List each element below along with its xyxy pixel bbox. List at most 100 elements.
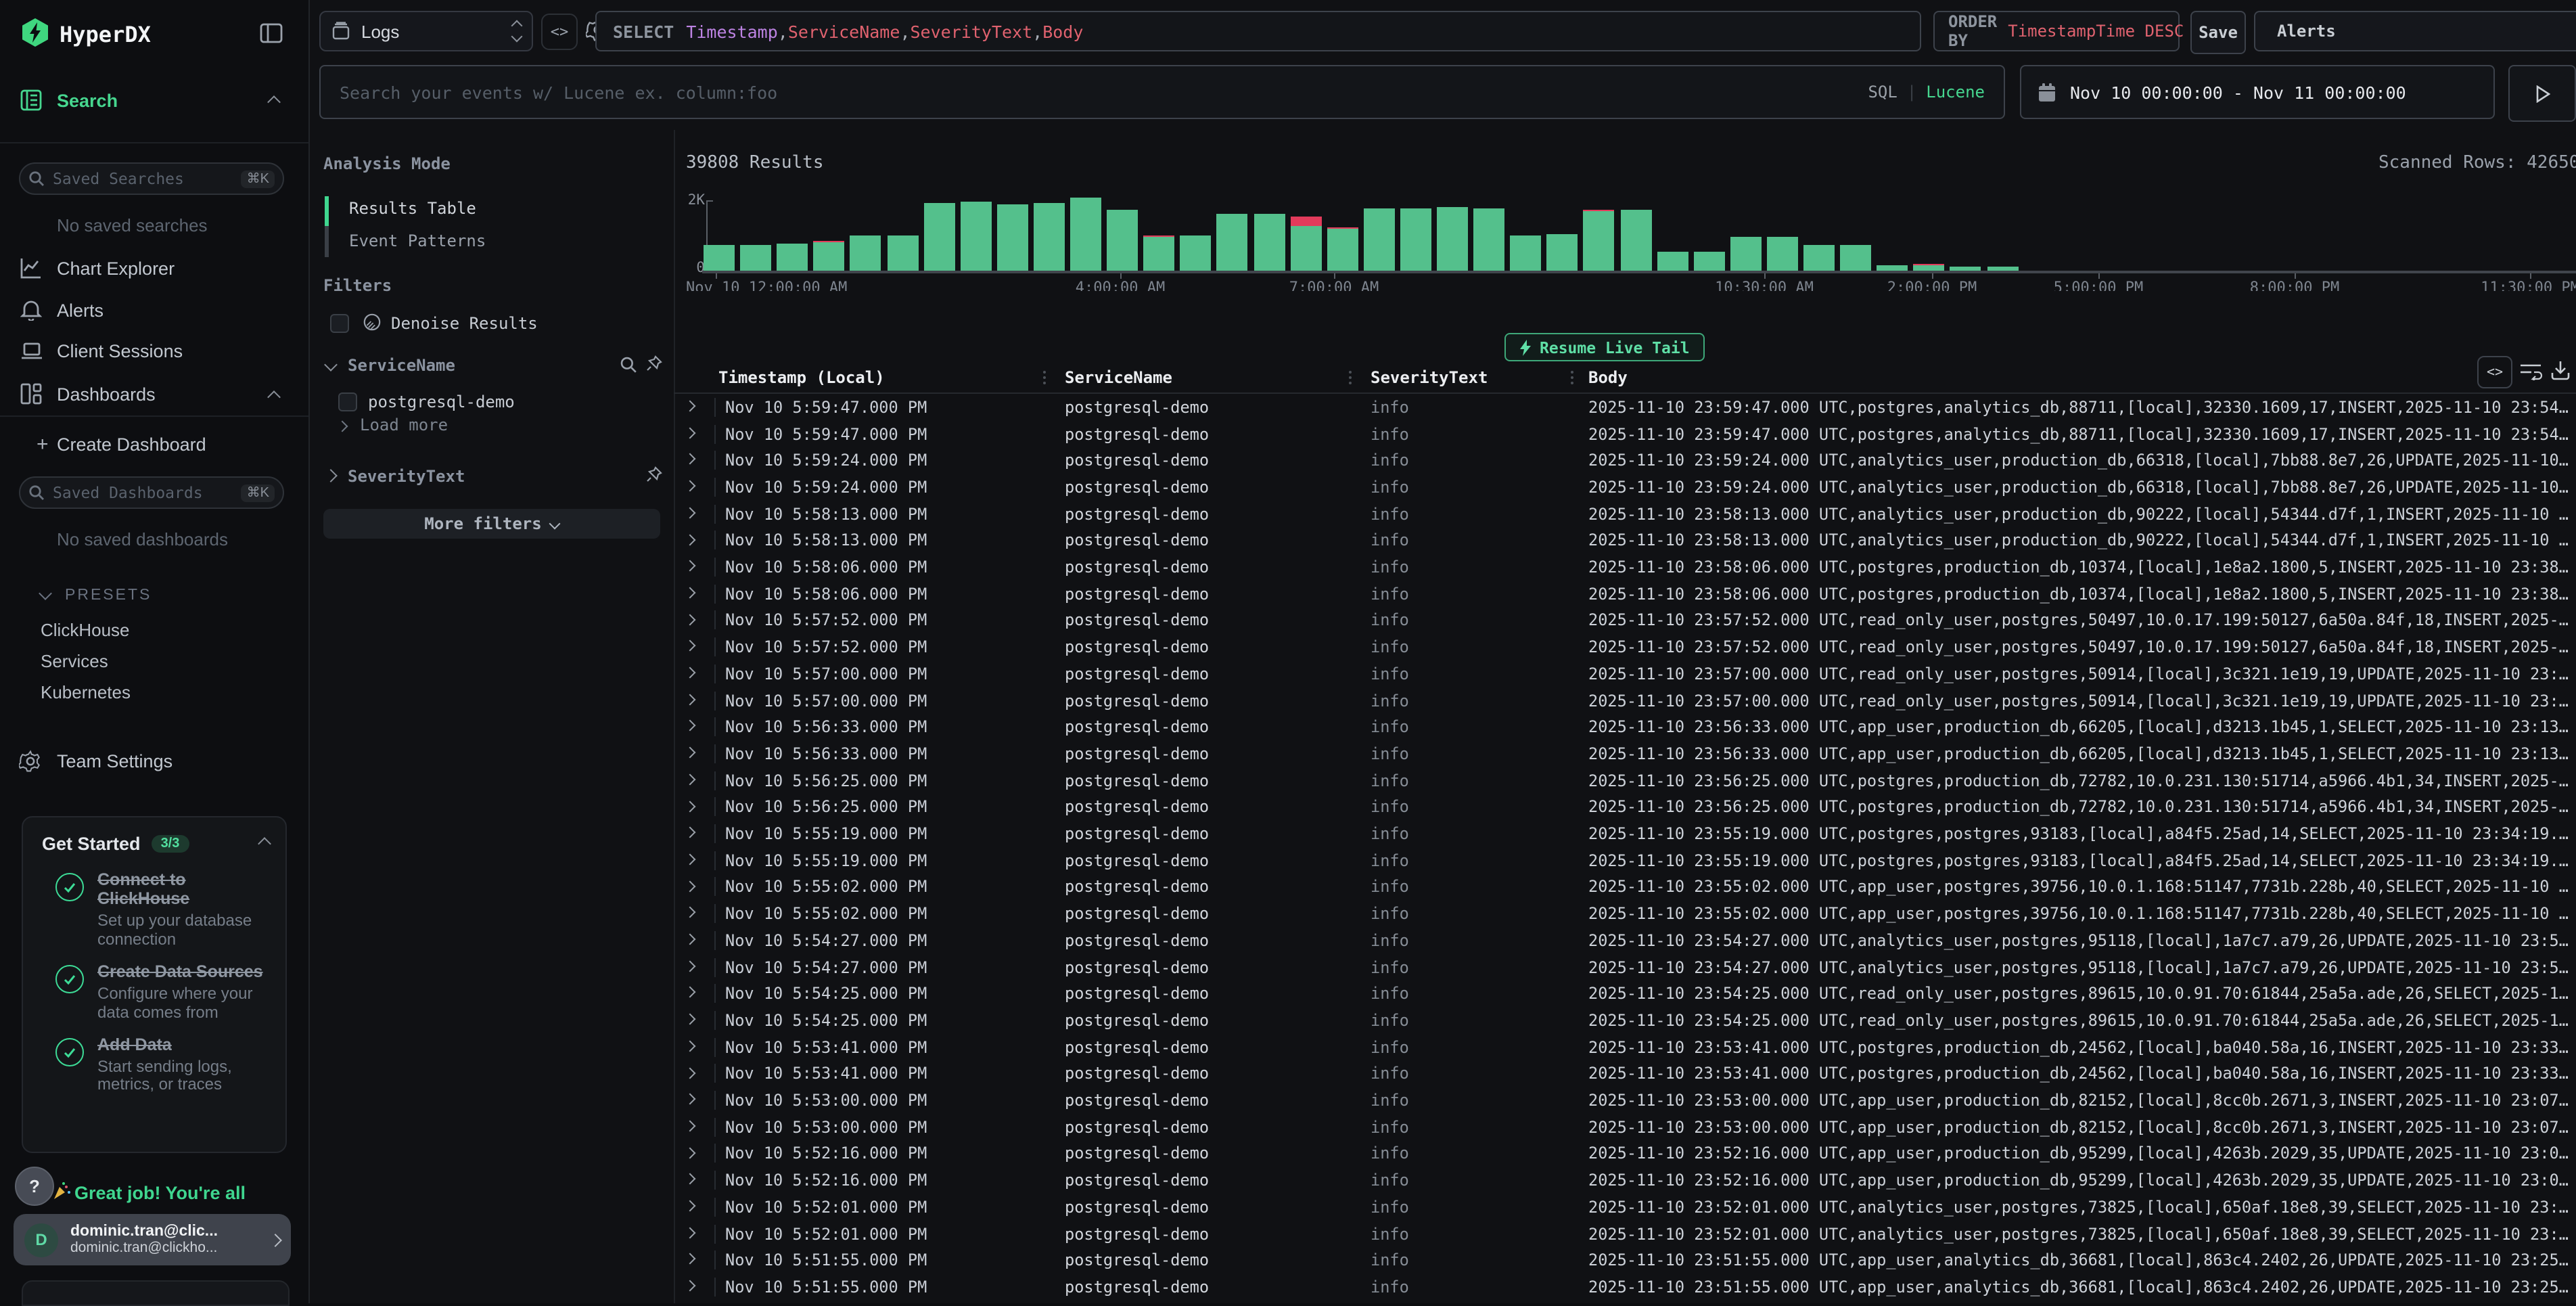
table-row[interactable]: Nov 10 5:55:02.000 PMpostgresql-demoinfo… — [674, 901, 2576, 927]
table-row[interactable]: Nov 10 5:51:55.000 PMpostgresql-demoinfo… — [674, 1247, 2576, 1274]
row-severity: info — [1371, 478, 1560, 497]
row-expand-chevron-icon[interactable] — [685, 853, 696, 865]
table-row[interactable]: Nov 10 5:54:27.000 PMpostgresql-demoinfo… — [674, 927, 2576, 953]
table-row[interactable]: Nov 10 5:59:47.000 PMpostgresql-demoinfo… — [674, 394, 2576, 420]
row-body: 2025-11-10 23:54:25.000 UTC,read_only_us… — [1588, 984, 2571, 1003]
row-expand-chevron-icon[interactable] — [685, 907, 696, 918]
row-expand-chevron-icon[interactable] — [685, 1200, 696, 1212]
row-timestamp: Nov 10 5:54:27.000 PM — [714, 958, 1043, 976]
row-expand-chevron-icon[interactable] — [685, 987, 696, 998]
row-servicename: postgresql-demo — [1065, 1117, 1335, 1136]
row-timestamp: Nov 10 5:52:16.000 PM — [714, 1144, 1043, 1163]
table-row[interactable]: Nov 10 5:53:41.000 PMpostgresql-demoinfo… — [674, 1034, 2576, 1060]
row-body: 2025-11-10 23:55:02.000 UTC,app_user,pos… — [1588, 878, 2571, 897]
row-servicename: postgresql-demo — [1065, 1011, 1335, 1030]
row-expand-chevron-icon[interactable] — [685, 427, 696, 438]
row-timestamp: Nov 10 5:53:41.000 PM — [714, 1037, 1043, 1056]
table-row[interactable]: Nov 10 5:59:24.000 PMpostgresql-demoinfo… — [674, 447, 2576, 474]
table-row[interactable]: Nov 10 5:56:33.000 PMpostgresql-demoinfo… — [674, 740, 2576, 767]
row-expand-chevron-icon[interactable] — [685, 1173, 696, 1185]
table-row[interactable]: Nov 10 5:54:25.000 PMpostgresql-demoinfo… — [674, 1007, 2576, 1033]
row-expand-chevron-icon[interactable] — [685, 401, 696, 412]
row-body: 2025-11-10 23:53:00.000 UTC,app_user,pro… — [1588, 1091, 2571, 1110]
table-row[interactable]: Nov 10 5:57:00.000 PMpostgresql-demoinfo… — [674, 687, 2576, 713]
table-row[interactable]: Nov 10 5:57:00.000 PMpostgresql-demoinfo… — [674, 660, 2576, 687]
row-expand-chevron-icon[interactable] — [685, 801, 696, 812]
row-expand-chevron-icon[interactable] — [685, 1227, 696, 1238]
row-severity: info — [1371, 424, 1560, 443]
row-severity: info — [1371, 771, 1560, 790]
row-expand-chevron-icon[interactable] — [685, 747, 696, 759]
row-expand-chevron-icon[interactable] — [685, 614, 696, 625]
row-expand-chevron-icon[interactable] — [685, 773, 696, 785]
row-body: 2025-11-10 23:54:25.000 UTC,read_only_us… — [1588, 1011, 2571, 1030]
row-severity: info — [1371, 958, 1560, 976]
row-expand-chevron-icon[interactable] — [685, 934, 696, 945]
row-timestamp: Nov 10 5:57:00.000 PM — [714, 691, 1043, 710]
table-row[interactable]: Nov 10 5:54:25.000 PMpostgresql-demoinfo… — [674, 981, 2576, 1007]
table-row[interactable]: Nov 10 5:58:13.000 PMpostgresql-demoinfo… — [674, 527, 2576, 554]
row-expand-chevron-icon[interactable] — [685, 480, 696, 492]
row-severity: info — [1371, 1037, 1560, 1056]
table-row[interactable]: Nov 10 5:57:52.000 PMpostgresql-demoinfo… — [674, 634, 2576, 660]
table-row[interactable]: Nov 10 5:58:06.000 PMpostgresql-demoinfo… — [674, 554, 2576, 580]
row-expand-chevron-icon[interactable] — [685, 1014, 696, 1025]
row-body: 2025-11-10 23:57:52.000 UTC,read_only_us… — [1588, 637, 2571, 656]
table-row[interactable]: Nov 10 5:54:27.000 PMpostgresql-demoinfo… — [674, 953, 2576, 980]
table-row[interactable]: Nov 10 5:53:00.000 PMpostgresql-demoinfo… — [674, 1114, 2576, 1140]
table-row[interactable]: Nov 10 5:58:06.000 PMpostgresql-demoinfo… — [674, 581, 2576, 607]
row-timestamp: Nov 10 5:55:19.000 PM — [714, 851, 1043, 870]
row-expand-chevron-icon[interactable] — [685, 1280, 696, 1292]
row-servicename: postgresql-demo — [1065, 1224, 1335, 1243]
table-row[interactable]: Nov 10 5:59:47.000 PMpostgresql-demoinfo… — [674, 420, 2576, 447]
row-body: 2025-11-10 23:52:01.000 UTC,analytics_us… — [1588, 1198, 2571, 1217]
table-row[interactable]: Nov 10 5:53:00.000 PMpostgresql-demoinfo… — [674, 1087, 2576, 1113]
table-row[interactable]: Nov 10 5:56:33.000 PMpostgresql-demoinfo… — [674, 714, 2576, 740]
table-row[interactable]: Nov 10 5:55:19.000 PMpostgresql-demoinfo… — [674, 820, 2576, 847]
table-row[interactable]: Nov 10 5:52:01.000 PMpostgresql-demoinfo… — [674, 1194, 2576, 1220]
table-row[interactable]: Nov 10 5:55:19.000 PMpostgresql-demoinfo… — [674, 847, 2576, 874]
row-expand-chevron-icon[interactable] — [685, 1040, 696, 1052]
row-body: 2025-11-10 23:52:01.000 UTC,analytics_us… — [1588, 1224, 2571, 1243]
row-severity: info — [1371, 931, 1560, 950]
row-expand-chevron-icon[interactable] — [685, 1067, 696, 1079]
table-row[interactable]: Nov 10 5:52:16.000 PMpostgresql-demoinfo… — [674, 1140, 2576, 1167]
row-expand-chevron-icon[interactable] — [685, 507, 696, 518]
row-expand-chevron-icon[interactable] — [685, 1094, 696, 1105]
row-servicename: postgresql-demo — [1065, 1091, 1335, 1110]
row-servicename: postgresql-demo — [1065, 504, 1335, 523]
table-row[interactable]: Nov 10 5:51:55.000 PMpostgresql-demoinfo… — [674, 1274, 2576, 1300]
row-expand-chevron-icon[interactable] — [685, 640, 696, 652]
row-expand-chevron-icon[interactable] — [685, 880, 696, 892]
row-expand-chevron-icon[interactable] — [685, 1253, 696, 1265]
table-row[interactable]: Nov 10 5:55:02.000 PMpostgresql-demoinfo… — [674, 874, 2576, 900]
table-row[interactable]: Nov 10 5:53:41.000 PMpostgresql-demoinfo… — [674, 1060, 2576, 1087]
table-row[interactable]: Nov 10 5:56:25.000 PMpostgresql-demoinfo… — [674, 794, 2576, 820]
row-severity: info — [1371, 904, 1560, 923]
row-body: 2025-11-10 23:56:33.000 UTC,app_user,pro… — [1588, 717, 2571, 736]
row-expand-chevron-icon[interactable] — [685, 694, 696, 705]
row-expand-chevron-icon[interactable] — [685, 1147, 696, 1158]
table-row[interactable]: Nov 10 5:52:01.000 PMpostgresql-demoinfo… — [674, 1220, 2576, 1246]
row-expand-chevron-icon[interactable] — [685, 827, 696, 838]
row-expand-chevron-icon[interactable] — [685, 667, 696, 679]
row-servicename: postgresql-demo — [1065, 1198, 1335, 1217]
row-expand-chevron-icon[interactable] — [685, 453, 696, 465]
row-severity: info — [1371, 851, 1560, 870]
table-row[interactable]: Nov 10 5:59:24.000 PMpostgresql-demoinfo… — [674, 474, 2576, 500]
row-servicename: postgresql-demo — [1065, 451, 1335, 470]
row-body: 2025-11-10 23:59:47.000 UTC,postgres,ana… — [1588, 424, 2571, 443]
row-expand-chevron-icon[interactable] — [685, 960, 696, 972]
row-expand-chevron-icon[interactable] — [685, 720, 696, 731]
row-expand-chevron-icon[interactable] — [685, 587, 696, 598]
row-severity: info — [1371, 1224, 1560, 1243]
row-expand-chevron-icon[interactable] — [685, 1120, 696, 1131]
table-row[interactable]: Nov 10 5:56:25.000 PMpostgresql-demoinfo… — [674, 767, 2576, 794]
row-body: 2025-11-10 23:51:55.000 UTC,app_user,ana… — [1588, 1251, 2571, 1269]
table-row[interactable]: Nov 10 5:57:52.000 PMpostgresql-demoinfo… — [674, 607, 2576, 633]
row-expand-chevron-icon[interactable] — [685, 560, 696, 572]
table-row[interactable]: Nov 10 5:58:13.000 PMpostgresql-demoinfo… — [674, 501, 2576, 527]
row-severity: info — [1371, 1278, 1560, 1297]
table-row[interactable]: Nov 10 5:52:16.000 PMpostgresql-demoinfo… — [674, 1167, 2576, 1194]
row-expand-chevron-icon[interactable] — [685, 534, 696, 545]
